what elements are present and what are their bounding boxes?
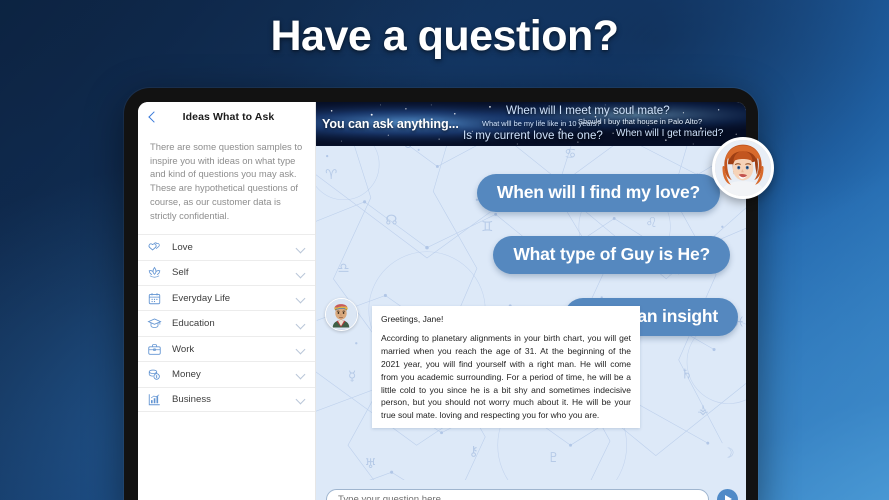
send-icon[interactable]	[717, 488, 738, 500]
user-message-bubble[interactable]: What type of Guy is He?	[493, 236, 730, 274]
chevron-down-icon[interactable]	[296, 394, 306, 404]
sidebar-description: There are some question samples to inspi…	[150, 141, 303, 221]
lotus-icon	[146, 265, 162, 281]
reply-greeting: Greetings, Jane!	[381, 314, 444, 324]
sidebar-item-label: Business	[172, 393, 211, 405]
sidebar-item-work[interactable]: Work	[138, 335, 315, 361]
chevron-down-icon[interactable]	[296, 344, 306, 354]
banner-question: When will I meet my soul mate?	[506, 104, 670, 117]
chevron-down-icon[interactable]	[296, 293, 306, 303]
bar-chart-icon	[146, 391, 162, 407]
question-input[interactable]	[326, 488, 709, 500]
astrologer-reply-card: Greetings, Jane! According to planetary …	[372, 306, 640, 429]
sidebar-empty-space	[138, 412, 315, 500]
sidebar-item-love[interactable]: Love	[138, 234, 315, 259]
sidebar: Ideas What to Ask There are some questio…	[138, 102, 316, 500]
chevron-down-icon[interactable]	[296, 319, 306, 329]
sidebar-header: Ideas What to Ask	[138, 102, 315, 132]
calendar-icon	[146, 290, 162, 306]
banner-question: When will I get married?	[616, 128, 724, 139]
composer-bar	[316, 480, 746, 500]
chat-pane: ♈♉ ♊♋ ♌♍ ♎♏ ♐♑ ♒♓ ☿♀ ♂♃ ♄♅ ♆♇ ☉☽ ☊☋	[316, 102, 746, 500]
graduation-cap-icon	[146, 316, 162, 332]
user-avatar	[712, 137, 774, 199]
hearts-icon	[146, 240, 162, 256]
sidebar-category-list: Love Self Everyday Life Education Work M…	[138, 234, 315, 413]
page-title: Have a question?	[270, 12, 619, 60]
sidebar-item-self[interactable]: Self	[138, 259, 315, 285]
sidebar-item-label: Education	[172, 318, 215, 330]
sidebar-item-education[interactable]: Education	[138, 310, 315, 335]
sidebar-item-label: Money	[172, 368, 201, 380]
chat-banner: You can ask anything... When will I meet…	[316, 102, 746, 146]
sidebar-item-label: Work	[172, 343, 195, 355]
sidebar-item-label: Everyday Life	[172, 292, 231, 304]
sidebar-item-money[interactable]: Money	[138, 361, 315, 386]
chevron-down-icon[interactable]	[296, 369, 306, 379]
chevron-left-icon[interactable]	[146, 110, 160, 124]
reply-body: According to planetary alignments in you…	[381, 332, 631, 421]
briefcase-icon	[146, 341, 162, 357]
user-message-bubble[interactable]: When will I find my love?	[476, 174, 720, 212]
sidebar-item-label: Love	[172, 242, 193, 253]
chevron-down-icon[interactable]	[296, 268, 306, 278]
screenshot-root: Have a question? Ideas What to Ask There…	[0, 0, 889, 500]
sidebar-item-business[interactable]: Business	[138, 386, 315, 413]
message-list: When will I find my love? What type of G…	[316, 146, 746, 480]
banner-question: What will be my life like in 10 years?	[482, 119, 601, 128]
tablet-screen: Ideas What to Ask There are some questio…	[138, 102, 746, 500]
coins-icon	[146, 366, 162, 382]
sidebar-title: Ideas What to Ask	[182, 111, 275, 123]
sidebar-item-label: Self	[172, 267, 189, 279]
chevron-down-icon[interactable]	[296, 243, 306, 253]
tablet-device-frame: Ideas What to Ask There are some questio…	[124, 88, 758, 500]
banner-headline: You can ask anything...	[322, 117, 459, 131]
astrologer-avatar	[325, 298, 358, 331]
sidebar-item-everyday-life[interactable]: Everyday Life	[138, 285, 315, 310]
banner-question: Is my current love the one?	[463, 129, 603, 142]
